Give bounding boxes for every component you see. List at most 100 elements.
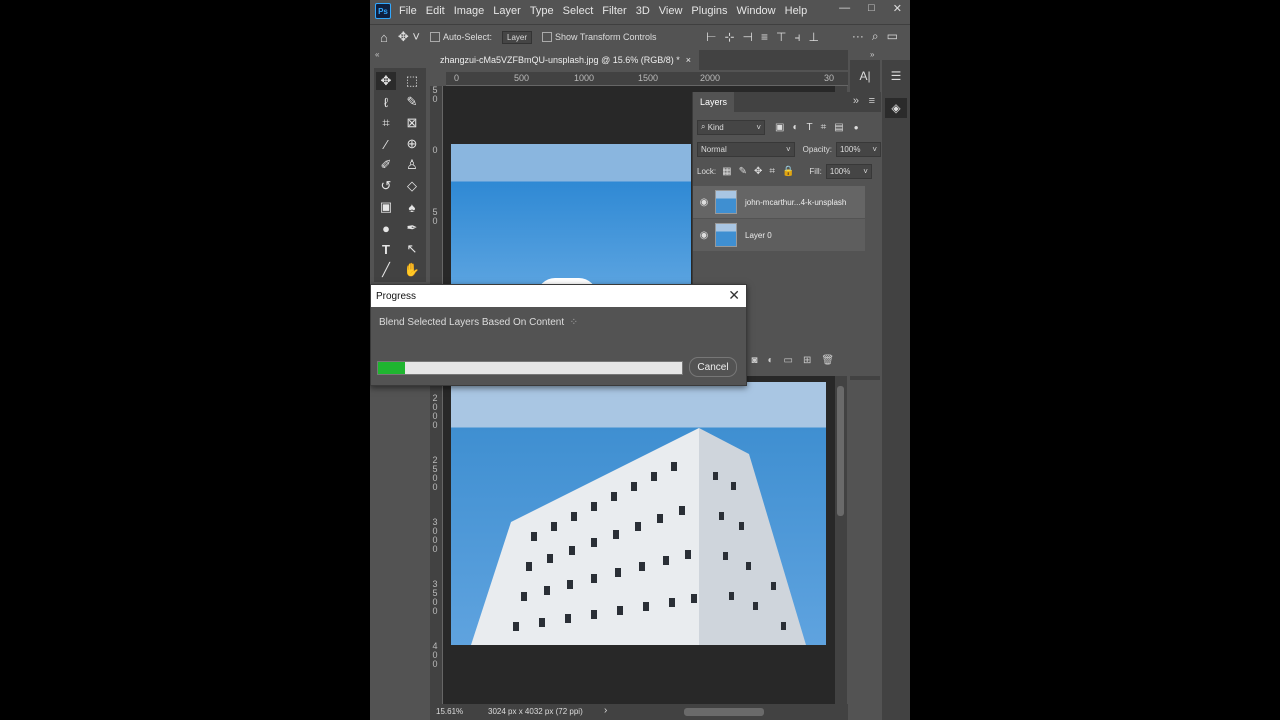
tab-close-icon[interactable]: ×	[686, 55, 691, 65]
menu-help[interactable]: Help	[785, 5, 808, 17]
cancel-button[interactable]: Cancel	[689, 357, 737, 377]
align-center-icon[interactable]: ⊹	[724, 30, 734, 45]
new-layer-icon[interactable]: ⊞	[803, 355, 811, 366]
auto-select-group: Auto-Select:	[429, 32, 492, 42]
lock-icons[interactable]: ▦✎✥⌗🔒	[722, 166, 801, 177]
search-icon[interactable]: ⌕	[872, 29, 879, 44]
document-tab[interactable]: zhangzui-cMa5VZFBmQU-unsplash.jpg @ 15.6…	[432, 50, 699, 70]
gradient-tool-icon[interactable]: ▣	[376, 198, 396, 216]
opacity-field[interactable]: 100% ˅	[835, 141, 881, 157]
progress-message-row: Blend Selected Layers Based On Content ⁘	[379, 317, 578, 328]
blend-mode-dropdown[interactable]: Normal ˅	[697, 141, 795, 157]
layer-row[interactable]: ◉ Layer 0	[693, 219, 865, 251]
properties-panel-icon[interactable]: ☰	[885, 66, 907, 86]
marquee-tool-icon[interactable]: ⬚	[402, 72, 422, 90]
panel-expand-icon[interactable]: »	[853, 95, 859, 107]
opacity-value: 100%	[839, 144, 861, 154]
chevron-down-icon: ˅	[863, 166, 868, 176]
building-illustration	[471, 428, 806, 645]
frame-tool-icon[interactable]: ⊠	[402, 114, 422, 132]
menu-filter[interactable]: Filter	[602, 5, 626, 17]
menu-file[interactable]: File	[399, 5, 417, 17]
distribute-icon[interactable]: ≡	[761, 30, 768, 45]
hand-tool-icon[interactable]: ✋	[402, 261, 422, 279]
panel-menu-icon[interactable]: ≡	[869, 95, 875, 107]
status-arrow-icon[interactable]: ›	[604, 705, 607, 716]
delete-layer-icon[interactable]: 🗑	[821, 355, 834, 366]
tools-panel: ✥ ⬚ ℓ ✎ ⌗ ⊠ ⁄ ⊕ ✐ ♙ ↺ ◇ ▣ ♠ ● ✒ T ↖ ╱ ✋	[374, 68, 426, 282]
layers-panel-icon[interactable]: ◈	[885, 98, 907, 118]
blur-tool-icon[interactable]: ♠	[402, 198, 422, 216]
healing-tool-icon[interactable]: ⊕	[402, 135, 422, 153]
status-bar: 15.61% 3024 px x 4032 px (72 ppi) ›	[430, 704, 848, 720]
history-brush-tool-icon[interactable]: ↺	[376, 177, 396, 195]
quick-select-tool-icon[interactable]: ✎	[402, 93, 422, 111]
dodge-tool-icon[interactable]: ●	[376, 219, 396, 237]
menu-view[interactable]: View	[659, 5, 683, 17]
move-tool-icon[interactable]: ✥	[376, 72, 396, 90]
panel-collapse-icon[interactable]: »	[870, 50, 874, 59]
align-left-icon[interactable]: ⊢	[706, 30, 716, 45]
minimize-button[interactable]: —	[839, 2, 850, 15]
options-right: ··· ⌕ ▭	[852, 29, 898, 44]
spinner-icon: ⁘	[566, 317, 579, 328]
menu-layer[interactable]: Layer	[493, 5, 521, 17]
pen-tool-icon[interactable]: ✒	[402, 219, 422, 237]
character-panel-icon[interactable]: A|	[854, 66, 876, 86]
horizontal-scroll-thumb[interactable]	[684, 708, 764, 716]
brush-tool-icon[interactable]: ✐	[376, 156, 396, 174]
more-icon[interactable]: ···	[852, 29, 864, 44]
toolbar-collapse-icon[interactable]: «	[375, 50, 379, 59]
path-select-tool-icon[interactable]: ↖	[402, 240, 422, 258]
workspace-icon[interactable]: ▭	[887, 29, 898, 44]
lasso-tool-icon[interactable]: ℓ	[376, 93, 396, 111]
dialog-titlebar: Progress ✕	[371, 285, 746, 307]
progress-dialog: Progress ✕ Blend Selected Layers Based O…	[370, 284, 747, 386]
layer-thumbnail	[715, 190, 737, 214]
stamp-tool-icon[interactable]: ♙	[402, 156, 422, 174]
filter-type-icons[interactable]: ▣◐T⌗▤	[775, 122, 852, 133]
ps-logo-icon[interactable]: Ps	[375, 3, 391, 19]
align-bottom-icon[interactable]: ⊥	[808, 30, 818, 45]
fill-field[interactable]: 100% ˅	[825, 163, 872, 179]
align-middle-icon[interactable]: ⫞	[794, 30, 800, 45]
home-icon[interactable]: ⌂	[380, 30, 388, 45]
eye-icon[interactable]: ◉	[693, 197, 715, 208]
menu-type[interactable]: Type	[530, 5, 554, 17]
scrollbar-thumb[interactable]	[837, 386, 844, 516]
filter-kind-dropdown[interactable]: ⌕ Kind ˅	[697, 119, 765, 135]
dialog-close-button[interactable]: ✕	[728, 287, 740, 304]
eye-icon[interactable]: ◉	[693, 230, 715, 241]
layer-name: Layer 0	[745, 230, 772, 240]
line-tool-icon[interactable]: ╱	[376, 261, 396, 279]
menu-image[interactable]: Image	[454, 5, 485, 17]
transform-controls-checkbox[interactable]	[542, 32, 553, 42]
menu-plugins[interactable]: Plugins	[691, 5, 727, 17]
chevron-down-icon: ˅	[872, 144, 877, 154]
align-right-icon[interactable]: ⊣	[743, 30, 753, 45]
close-button[interactable]: ✕	[893, 2, 902, 15]
add-mask-icon[interactable]: ◙	[751, 355, 757, 366]
tab-layers[interactable]: Layers	[693, 92, 735, 112]
crop-tool-icon[interactable]: ⌗	[376, 114, 396, 132]
adjustment-layer-icon[interactable]: ◐	[767, 355, 773, 366]
far-right-dock: ☰ ◈	[882, 60, 910, 720]
new-group-icon[interactable]: ▭	[783, 355, 792, 366]
auto-select-checkbox[interactable]	[429, 32, 440, 42]
type-tool-icon[interactable]: T	[376, 240, 396, 258]
eraser-tool-icon[interactable]: ◇	[402, 177, 422, 195]
filter-toggle-icon[interactable]: ●	[854, 123, 859, 132]
menu-select[interactable]: Select	[563, 5, 594, 17]
eyedropper-tool-icon[interactable]: ⁄	[376, 135, 396, 153]
auto-select-dropdown[interactable]: Layer	[502, 30, 533, 44]
menu-3d[interactable]: 3D	[636, 5, 650, 17]
zoom-level[interactable]: 15.61%	[436, 707, 463, 716]
align-top-icon[interactable]: ⊤	[776, 30, 786, 45]
ruler-label: 0	[454, 73, 460, 83]
menu-edit[interactable]: Edit	[426, 5, 445, 17]
layer-row[interactable]: ◉ john-mcarthur...4-k-unsplash	[693, 186, 865, 218]
restore-button[interactable]: □	[868, 2, 875, 15]
move-tool-preset-icon[interactable]: ✥ ˅	[398, 29, 420, 45]
chevron-down-icon: ˅	[756, 122, 761, 132]
menu-window[interactable]: Window	[737, 5, 776, 17]
